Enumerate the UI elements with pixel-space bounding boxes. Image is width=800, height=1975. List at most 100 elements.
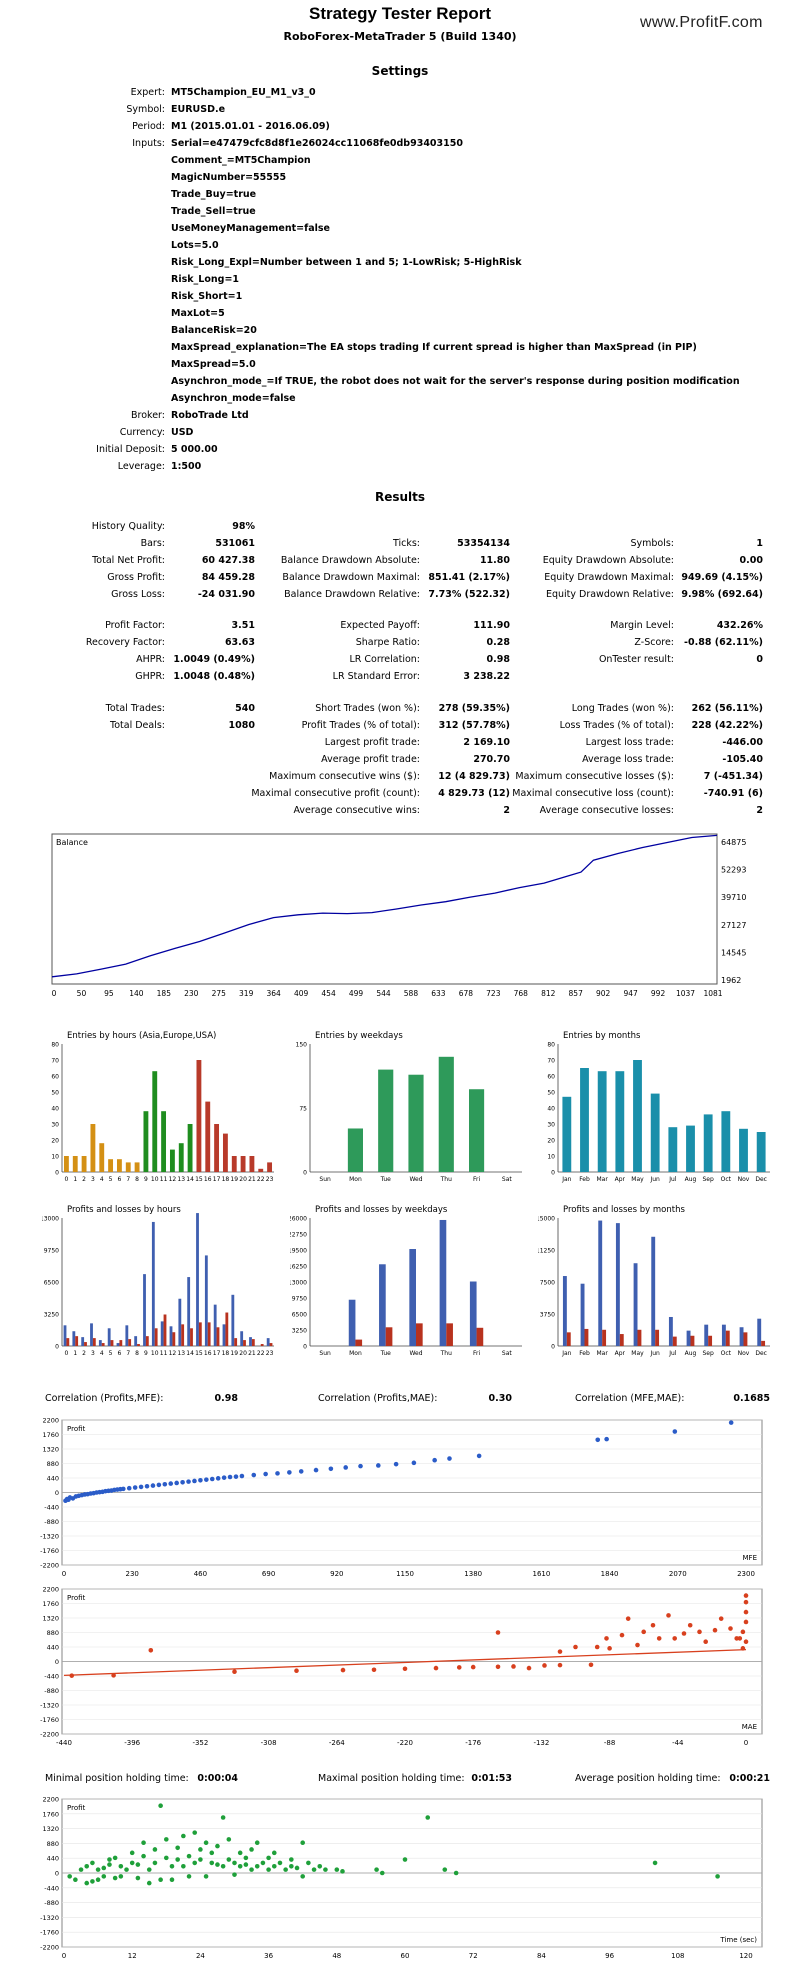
scatter-point: [557, 1662, 563, 1668]
plot-frame: [51, 833, 718, 985]
scatter-point: [101, 1874, 107, 1879]
scatter-point: [192, 1860, 198, 1866]
settings-row: Lots=5.0: [0, 237, 800, 254]
result-label: Average consecutive losses:: [539, 805, 674, 816]
x-tick-label: 18: [222, 1176, 230, 1183]
y-tick-label: 1320: [42, 1446, 59, 1454]
y-tick-label: 1962: [721, 976, 741, 985]
x-tick-label: Sat: [502, 1176, 512, 1183]
settings-value: Trade_Sell=true: [171, 206, 256, 217]
profits-losses-by-months-chart: Profits and losses by months 0 3750 7500 112…: [538, 1202, 778, 1367]
scatter-point: [192, 1830, 198, 1835]
scatter-point: [447, 1456, 452, 1461]
x-tick-label: 1037: [676, 989, 695, 998]
profit-bar: [379, 1264, 386, 1346]
scatter-point: [164, 1837, 169, 1842]
scatter-point: [294, 1865, 300, 1871]
loss-bar: [672, 1336, 677, 1346]
x-tick-label: 992: [651, 989, 666, 998]
scatter-point: [239, 1473, 245, 1479]
scatter-point: [221, 1475, 227, 1480]
scatter-point: [232, 1860, 237, 1866]
scatter-point: [289, 1857, 294, 1862]
scatter-point: [129, 1860, 135, 1866]
result-label: LR Standard Error:: [332, 671, 420, 682]
scatter-point: [718, 1616, 724, 1621]
loss-bar: [260, 1344, 264, 1346]
scatter-point: [169, 1877, 175, 1883]
x-tick-label: 1: [73, 1176, 77, 1183]
scatter-point: [650, 1622, 656, 1628]
scatter-point: [619, 1632, 625, 1638]
x-tick-label: -308: [261, 1739, 277, 1747]
loss-bar: [416, 1323, 423, 1346]
settings-value: Asynchron_mode=false: [171, 393, 296, 404]
x-tick-label: 319: [239, 989, 254, 998]
y-tick-label: 0: [55, 1870, 59, 1878]
x-tick-label: 17: [213, 1350, 221, 1357]
x-tick-label: Nov: [738, 1350, 750, 1357]
scatter-point: [237, 1850, 243, 1856]
y-tick-label: 14545: [721, 948, 746, 957]
result-label: Profit Trades (% of total):: [301, 720, 420, 731]
y-tick-label: 50: [51, 1090, 59, 1097]
y-tick-label: 0: [55, 1344, 59, 1351]
x-tick-label: 22: [257, 1176, 265, 1183]
scatter-point: [78, 1867, 84, 1872]
bar: [134, 1162, 140, 1172]
bar: [562, 1096, 572, 1172]
settings-value: Asynchron_mode_=If TRUE, the robot does …: [171, 376, 740, 387]
settings-value: MaxSpread_explanation=The EA stops tradi…: [171, 342, 697, 353]
scatter-point: [84, 1863, 90, 1869]
scatter-point: [198, 1857, 203, 1862]
scatter-point: [604, 1436, 609, 1442]
settings-value: 1:500: [171, 461, 202, 472]
profit-bar: [151, 1221, 155, 1346]
scatter-point: [186, 1853, 192, 1859]
result-value: 851.41 (2.17%): [428, 572, 510, 583]
loss-bar: [243, 1340, 246, 1346]
x-tick-label: -176: [465, 1739, 481, 1747]
y-tick-label: 0: [55, 1489, 59, 1497]
result-value: 312 (57.78%): [438, 720, 510, 731]
settings-row: MaxSpread=5.0: [0, 356, 800, 373]
scatter-point: [164, 1855, 169, 1861]
result-value: 4 829.73 (12): [438, 788, 510, 799]
scatter-point: [237, 1863, 243, 1869]
scatter-point: [594, 1644, 600, 1650]
result-label: GHPR:: [135, 671, 165, 682]
scatter-point: [73, 1877, 78, 1883]
y-tick-label: -1320: [40, 1533, 59, 1541]
x-tick-label: 72: [469, 1952, 478, 1960]
scatter-point: [453, 1870, 459, 1876]
settings-row: MagicNumber=55555: [0, 169, 800, 186]
scatter-point: [141, 1840, 146, 1846]
profit-bar: [63, 1325, 67, 1346]
settings-label: Period:: [132, 121, 165, 132]
loss-bar: [190, 1328, 193, 1346]
x-tick-label: May: [631, 1176, 644, 1183]
bar: [222, 1133, 228, 1172]
holding-value: 0:01:53: [471, 1773, 512, 1784]
y-tick-label: -880: [44, 1899, 59, 1907]
y-tick-label: 20: [51, 1138, 59, 1145]
result-label: Balance Drawdown Absolute:: [280, 555, 420, 566]
chart-title: Profits and losses by weekdays: [315, 1205, 448, 1215]
x-tick-label: 499: [349, 989, 364, 998]
result-label: Maximum consecutive losses ($):: [515, 771, 674, 782]
settings-row: Risk_Long=1: [0, 271, 800, 288]
scatter-point: [174, 1480, 179, 1486]
x-tick-label: 60: [401, 1952, 410, 1960]
bar: [187, 1124, 193, 1172]
x-tick-label: Jan: [561, 1176, 571, 1183]
x-tick-label: 6: [118, 1350, 122, 1357]
scatter-point: [135, 1875, 141, 1881]
profit-bar: [439, 1219, 447, 1346]
profit-bar: [240, 1331, 244, 1346]
bar: [756, 1132, 766, 1172]
loss-bar: [476, 1327, 484, 1346]
x-tick-label: 454: [321, 989, 336, 998]
settings-row: Trade_Buy=true: [0, 186, 800, 203]
result-label: History Quality:: [91, 521, 165, 532]
x-tick-label: 120: [739, 1952, 752, 1960]
